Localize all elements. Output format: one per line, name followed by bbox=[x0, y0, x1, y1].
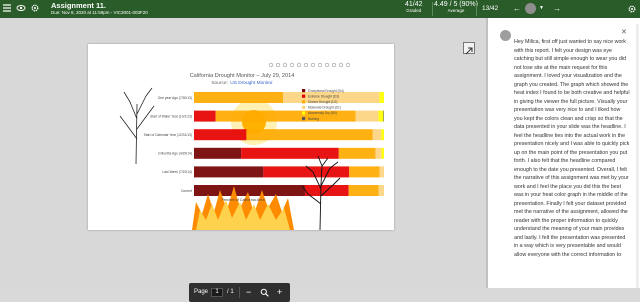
legend-label[interactable]: Severe Drought (D2) bbox=[308, 100, 337, 104]
y-tick-label: Current bbox=[181, 189, 192, 193]
bar-segment bbox=[381, 129, 384, 141]
bar-segment bbox=[194, 110, 216, 122]
y-tick-label: Start of Water Year (10/1/13) bbox=[150, 114, 192, 118]
page-controls: Page 1 / 1 − + bbox=[189, 283, 290, 302]
spike-icon[interactable] bbox=[324, 62, 330, 68]
drought-chart: California Drought Monitor – July 29, 20… bbox=[119, 62, 384, 230]
source-label: Source: bbox=[211, 80, 228, 86]
chart-modebar bbox=[268, 62, 351, 68]
legend-label[interactable]: Abnormally Dry (D0) bbox=[308, 111, 337, 115]
legend-label[interactable]: Exceptional Drought (D4) bbox=[308, 89, 344, 93]
bar-segment bbox=[194, 129, 247, 141]
bar-segment bbox=[379, 166, 384, 178]
pan-icon[interactable] bbox=[289, 62, 295, 68]
page-number-input[interactable]: 1 bbox=[211, 288, 223, 297]
eye-icon[interactable] bbox=[16, 3, 26, 13]
chart-title: California Drought Monitor – July 29, 20… bbox=[190, 73, 295, 79]
assignment-title[interactable]: Assignment 11. bbox=[51, 1, 106, 10]
bar-segment bbox=[194, 166, 264, 178]
commenter-avatar bbox=[500, 30, 511, 41]
bar-segment bbox=[194, 185, 305, 196]
legend-swatch[interactable] bbox=[302, 94, 306, 98]
zoom-icon[interactable] bbox=[260, 287, 269, 299]
legend-swatch[interactable] bbox=[302, 111, 306, 115]
zoom-out-icon[interactable] bbox=[303, 62, 309, 68]
legend-label[interactable]: Extreme Drought (D3) bbox=[308, 94, 339, 98]
legend-swatch[interactable] bbox=[302, 100, 306, 104]
plus-icon[interactable] bbox=[282, 62, 288, 68]
legend-swatch[interactable] bbox=[302, 105, 306, 109]
bar-segment bbox=[383, 110, 384, 122]
camera-icon[interactable] bbox=[268, 62, 274, 68]
bar-segment bbox=[381, 147, 384, 159]
legend-label[interactable]: Nothing bbox=[308, 117, 319, 121]
autoscale-icon[interactable] bbox=[310, 62, 316, 68]
comment-text: Hey Milica, first off just wanted to say… bbox=[514, 39, 630, 258]
graded-label: Graded bbox=[406, 8, 422, 13]
document-viewer[interactable]: California Drought Monitor – July 29, 20… bbox=[0, 18, 486, 302]
bar-segment bbox=[372, 129, 382, 141]
close-icon[interactable]: ✕ bbox=[621, 28, 627, 36]
bar-segment bbox=[241, 147, 339, 159]
bar-segment bbox=[378, 110, 384, 122]
stat-divider bbox=[432, 2, 433, 16]
home-icon[interactable] bbox=[317, 62, 323, 68]
bar-segment bbox=[194, 147, 242, 159]
graded-stat: 41/42 Graded bbox=[405, 1, 423, 13]
bar-segment bbox=[194, 92, 284, 103]
bar-segment bbox=[246, 129, 373, 141]
zoom-in-button[interactable]: + bbox=[277, 287, 282, 297]
top-bar-icons bbox=[2, 3, 40, 13]
compare-icon[interactable] bbox=[338, 62, 344, 68]
chart-bars bbox=[194, 92, 384, 196]
average-stat: 4.49 / 5 (90%) Average bbox=[434, 1, 478, 13]
comments-scrollbar[interactable] bbox=[636, 24, 639, 288]
legend-swatch[interactable] bbox=[302, 117, 306, 121]
popout-icon[interactable] bbox=[463, 42, 475, 55]
y-tick-label: Start of Calendar Year (12/31/13) bbox=[144, 133, 192, 137]
chart-subtitle: Source: US Drought Monitor bbox=[211, 80, 273, 86]
student-avatar[interactable] bbox=[525, 3, 536, 14]
y-tick-label: One year Ago (7/30/13) bbox=[158, 96, 192, 100]
zoom-in-icon[interactable] bbox=[296, 62, 302, 68]
bar-segment bbox=[349, 166, 380, 178]
gear-icon[interactable] bbox=[30, 3, 40, 13]
bar-segment bbox=[379, 92, 384, 103]
average-label: Average bbox=[447, 8, 465, 13]
graded-count: 41/42 bbox=[405, 1, 423, 8]
x-axis-label: Percent of California Area bbox=[221, 198, 265, 202]
y-tick-label: Last Week (7/22/14) bbox=[162, 170, 192, 174]
zoom-icon[interactable] bbox=[275, 62, 281, 68]
menu-icon[interactable] bbox=[2, 3, 12, 13]
page-total: / 1 bbox=[227, 289, 234, 295]
previous-student-arrow-icon[interactable]: ← bbox=[513, 4, 521, 13]
student-dropdown-chevron-icon[interactable]: ▼ bbox=[539, 5, 544, 11]
next-student-arrow-icon[interactable]: → bbox=[553, 4, 561, 13]
y-tick-label: 3 Months Ago (4/29/14) bbox=[158, 152, 192, 156]
student-position: 13/42 bbox=[482, 5, 499, 12]
source-link[interactable]: US Drought Monitor bbox=[230, 80, 273, 86]
bar-segment bbox=[338, 147, 376, 159]
bar-segment bbox=[375, 147, 382, 159]
bar-segment bbox=[378, 185, 384, 196]
stat-divider bbox=[476, 2, 477, 16]
bare-tree-illustration-left bbox=[119, 87, 155, 165]
settings-gear-icon[interactable] bbox=[627, 4, 637, 14]
average-score: 4.49 / 5 (90%) bbox=[434, 1, 478, 8]
comments-panel: ✕ Hey Milica, first off just wanted to s… bbox=[488, 18, 640, 288]
legend-swatch[interactable] bbox=[302, 89, 306, 93]
plotly-icon[interactable] bbox=[345, 62, 351, 68]
bar-segment bbox=[348, 185, 379, 196]
top-bar: Assignment 11. Due: Nov 8, 2020 at 11:59… bbox=[0, 0, 640, 18]
page-controls-divider bbox=[239, 287, 240, 298]
due-date-text: Due: Nov 8, 2020 at 11:59pm - VIC3001-00… bbox=[51, 10, 148, 15]
zoom-out-button[interactable]: − bbox=[246, 287, 251, 297]
document-page: California Drought Monitor – July 29, 20… bbox=[88, 44, 394, 230]
bar-segment bbox=[355, 110, 379, 122]
page-label: Page bbox=[194, 289, 209, 295]
legend-label[interactable]: Moderate Drought (D1) bbox=[308, 106, 341, 110]
bar-segment bbox=[263, 166, 350, 178]
hover-icon[interactable] bbox=[331, 62, 337, 68]
